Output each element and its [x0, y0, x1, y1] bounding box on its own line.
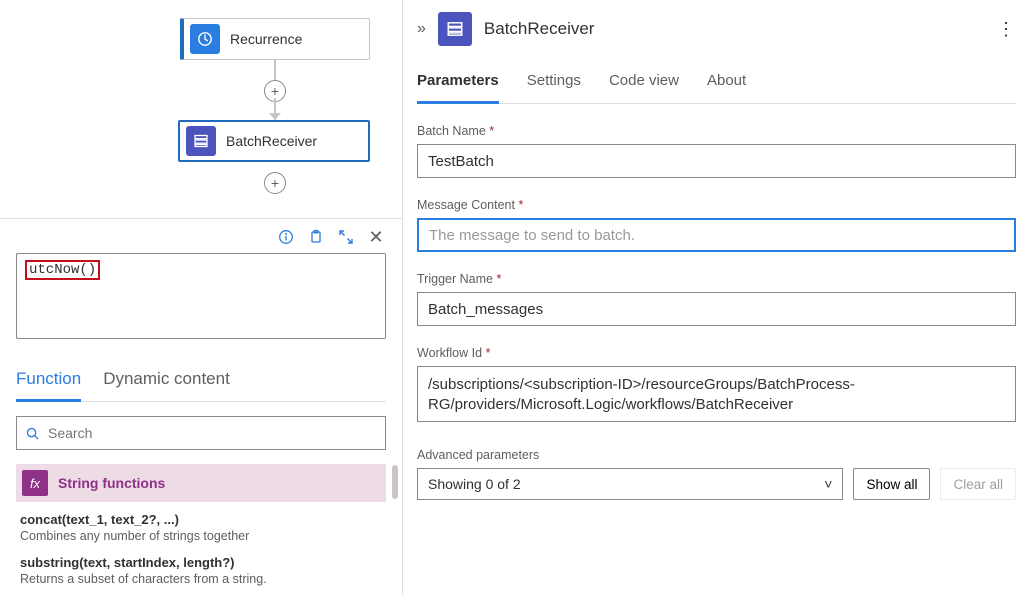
tab-parameters[interactable]: Parameters [417, 66, 499, 104]
connector-line [274, 60, 276, 82]
search-input[interactable] [48, 425, 377, 441]
tab-about[interactable]: About [707, 66, 746, 103]
batch-name-input[interactable]: TestBatch [417, 144, 1016, 178]
clock-icon [190, 24, 220, 54]
close-icon[interactable]: ✕ [366, 227, 386, 247]
batch-icon [186, 126, 216, 156]
function-search[interactable] [16, 416, 386, 450]
advanced-parameters-row: Advanced parameters Showing 0 of 2 ˅ Sho… [417, 448, 1016, 500]
workflow-id-label: Workflow Id * [417, 346, 1016, 360]
search-icon [25, 426, 40, 441]
expression-highlighted-value: utcNow() [25, 260, 100, 280]
node-recurrence[interactable]: Recurrence [180, 18, 370, 60]
clipboard-icon[interactable] [306, 227, 326, 247]
function-signature: concat(text_1, text_2?, ...) [20, 512, 382, 527]
collapse-pane-icon[interactable]: » [417, 20, 426, 38]
tab-settings[interactable]: Settings [527, 66, 581, 103]
expression-tabs: Function Dynamic content [16, 363, 386, 402]
expression-toolbar: ✕ [16, 223, 386, 253]
tab-code-view[interactable]: Code view [609, 66, 679, 103]
properties-pane: » BatchReceiver ⋮ Parameters Settings Co… [402, 0, 1030, 595]
fx-icon: fx [22, 470, 48, 496]
node-batchreceiver[interactable]: BatchReceiver [178, 120, 370, 162]
workflow-canvas: Recurrence + BatchReceiver + [0, 0, 402, 200]
advanced-parameters-label: Advanced parameters [417, 448, 843, 462]
show-all-button[interactable]: Show all [853, 468, 930, 500]
workflow-id-input[interactable]: /subscriptions/<subscription-ID>/resourc… [417, 366, 1016, 422]
function-description: Combines any number of strings together [20, 529, 382, 543]
info-icon[interactable] [276, 227, 296, 247]
expression-panel: ✕ utcNow() Function Dynamic content fx S… [0, 218, 402, 595]
function-description: Returns a subset of characters from a st… [20, 572, 382, 586]
advanced-parameters-summary: Showing 0 of 2 [428, 476, 521, 492]
message-content-input[interactable]: The message to send to batch. [417, 218, 1016, 252]
function-item-substring[interactable]: substring(text, startIndex, length?) Ret… [16, 545, 386, 588]
chevron-down-icon: ˅ [824, 476, 832, 492]
more-menu-icon[interactable]: ⋮ [997, 19, 1016, 40]
arrow-icon [269, 113, 281, 120]
trigger-name-label: Trigger Name * [417, 272, 1016, 286]
function-group-title: String functions [58, 475, 165, 491]
batch-name-label: Batch Name * [417, 124, 1016, 138]
advanced-parameters-select[interactable]: Showing 0 of 2 ˅ [417, 468, 843, 500]
designer-left-pane: Recurrence + BatchReceiver + ✕ utc [0, 0, 402, 595]
expand-icon[interactable] [336, 227, 356, 247]
function-signature: substring(text, startIndex, length?) [20, 555, 382, 570]
tab-dynamic-content[interactable]: Dynamic content [103, 363, 230, 401]
node-recurrence-label: Recurrence [230, 31, 302, 47]
expression-input[interactable]: utcNow() [16, 253, 386, 339]
batch-icon [438, 12, 472, 46]
function-group-header[interactable]: fx String functions [16, 464, 386, 502]
clear-all-button[interactable]: Clear all [940, 468, 1016, 500]
trigger-name-input[interactable]: Batch_messages [417, 292, 1016, 326]
function-item-concat[interactable]: concat(text_1, text_2?, ...) Combines an… [16, 502, 386, 545]
node-batchreceiver-label: BatchReceiver [226, 133, 317, 149]
pane-header: » BatchReceiver ⋮ [417, 0, 1016, 58]
pane-title: BatchReceiver [484, 19, 595, 39]
message-content-label: Message Content * [417, 198, 1016, 212]
tab-function[interactable]: Function [16, 363, 81, 402]
add-step-button[interactable]: + [264, 172, 286, 194]
pane-tabs: Parameters Settings Code view About [417, 66, 1016, 104]
scrollbar[interactable] [392, 465, 398, 499]
